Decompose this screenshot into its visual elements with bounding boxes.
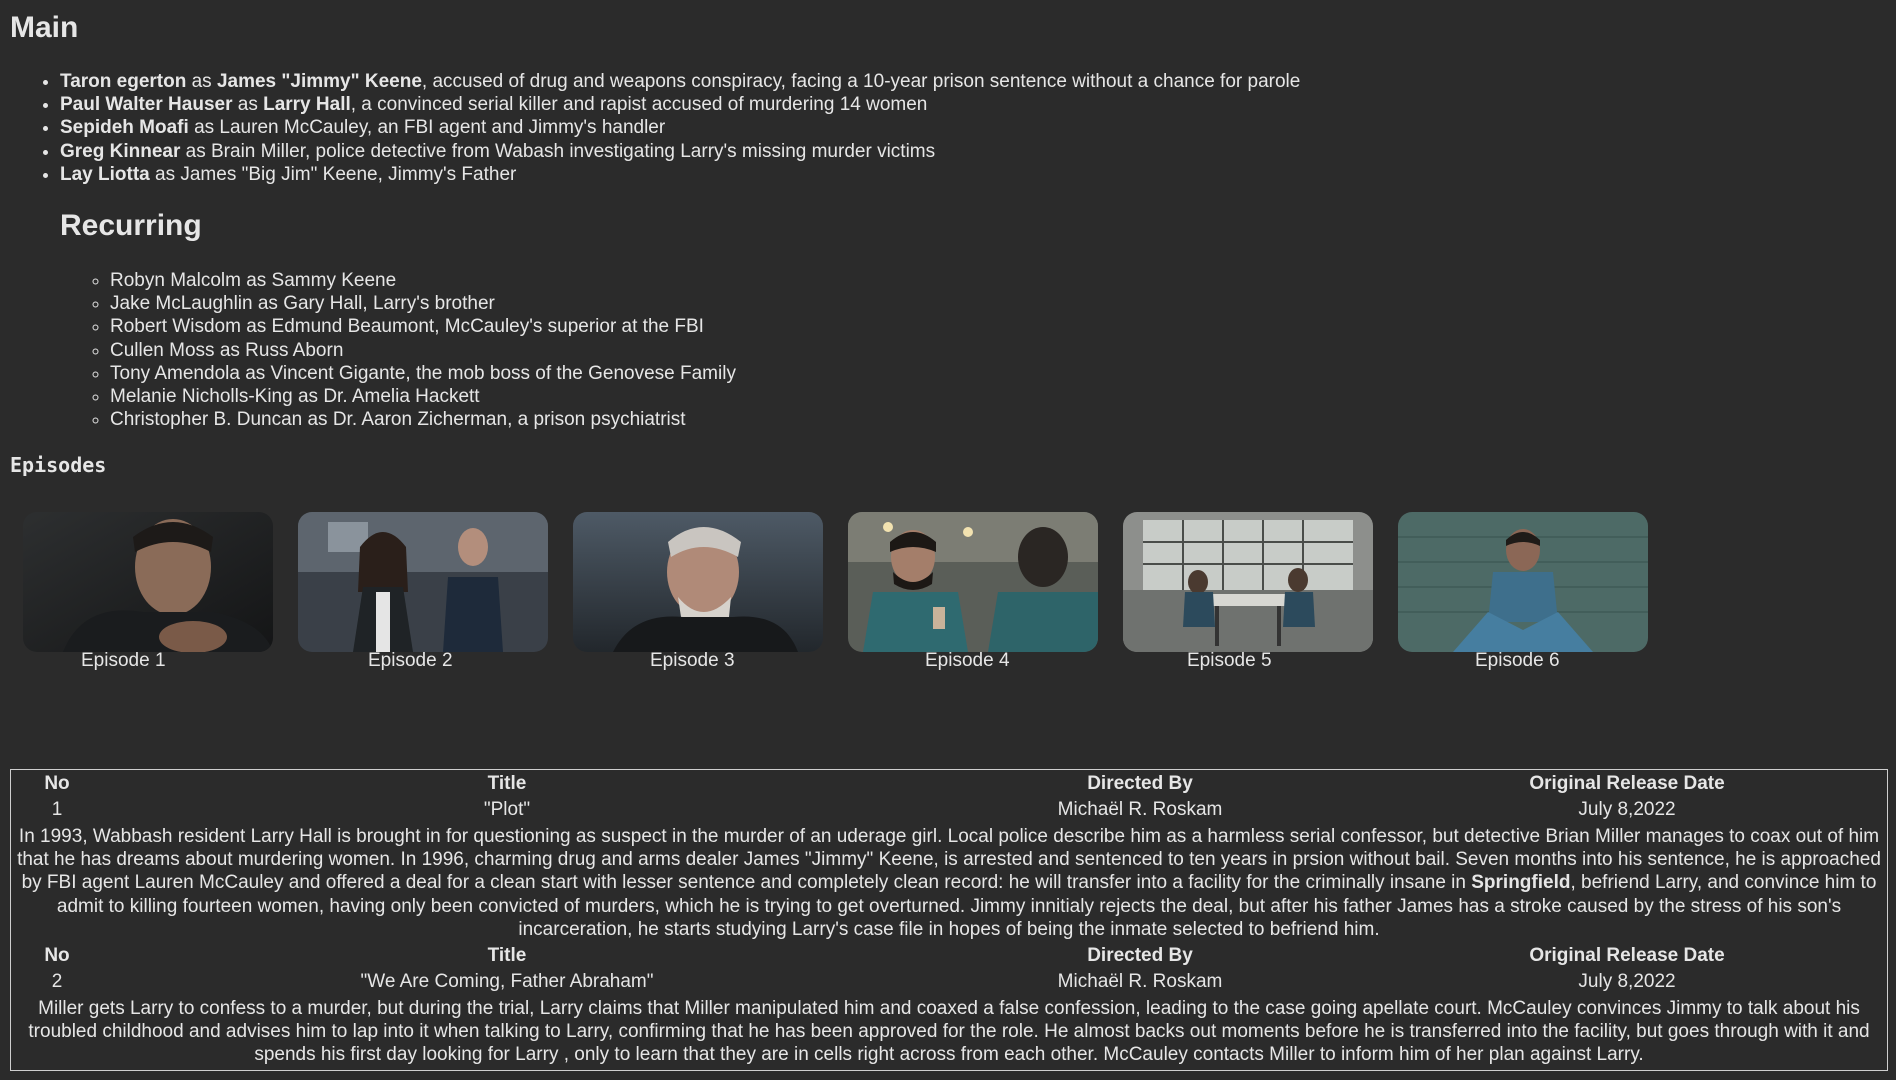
table-header-row: No Title Directed By Original Release Da… <box>13 944 1885 968</box>
episode-director: Michaël R. Roskam <box>1057 971 1223 993</box>
actor-name: Taron egerton <box>60 71 187 92</box>
recurring-cast-heading: Recurring <box>60 209 202 242</box>
list-item: Robert Wisdom as Edmund Beaumont, McCaul… <box>110 315 736 338</box>
list-item: Sepideh Moafi as Lauren McCauley, an FBI… <box>60 116 1300 139</box>
list-item: Melanie Nicholls-King as Dr. Amelia Hack… <box>110 385 736 408</box>
episode-label[interactable]: Episode 5 <box>1187 650 1272 672</box>
role-name: Larry Hall <box>263 94 351 116</box>
actor-name: Sepideh Moafi <box>60 117 189 139</box>
episode-number: 2 <box>51 971 63 993</box>
column-header-no: No <box>44 773 70 794</box>
column-header-directed-by: Directed By <box>1087 773 1193 794</box>
episode-card-5[interactable]: Episode 5 <box>1123 512 1373 671</box>
episode-3-thumbnail[interactable] <box>573 512 823 652</box>
episode-card-6[interactable]: Episode 6 <box>1398 512 1648 671</box>
recurring-cast-list: Robyn Malcolm as Sammy Keene Jake McLaug… <box>60 269 736 431</box>
column-header-no: No <box>44 945 70 967</box>
episode-card-1[interactable]: Episode 1 <box>23 512 273 671</box>
table-row: 2 "We Are Coming, Father Abraham" Michaë… <box>13 970 1885 994</box>
episode-card-2[interactable]: Episode 2 <box>298 512 548 671</box>
column-header-title: Title <box>487 945 527 967</box>
main-cast-heading: Main <box>10 11 79 44</box>
episode-summary: In 1993, Wabbash resident Larry Hall is … <box>17 826 1881 940</box>
table-header-row: No Title Directed By Original Release Da… <box>13 772 1885 796</box>
table-row: 1 "Plot" Michaël R. Roskam July 8,2022 <box>13 798 1885 822</box>
episode-card-3[interactable]: Episode 3 <box>573 512 823 671</box>
table-row-summary: Miller gets Larry to confess to a murder… <box>13 996 1885 1068</box>
episode-table: No Title Directed By Original Release Da… <box>10 769 1888 1071</box>
episodes-heading: Episodes <box>10 453 107 477</box>
episode-title: "Plot" <box>483 799 531 820</box>
episode-director: Michaël R. Roskam <box>1057 799 1223 820</box>
episode-label[interactable]: Episode 3 <box>650 650 735 672</box>
list-item: Robyn Malcolm as Sammy Keene <box>110 269 736 292</box>
episode-label[interactable]: Episode 1 <box>81 650 166 672</box>
actor-name: Paul Walter Hauser <box>60 94 233 116</box>
main-cast-list: Taron egerton as James "Jimmy" Keene, ac… <box>10 70 1300 186</box>
episode-label[interactable]: Episode 6 <box>1475 650 1560 672</box>
list-item: Christopher B. Duncan as Dr. Aaron Ziche… <box>110 408 736 431</box>
page: Main Taron egerton as James "Jimmy" Keen… <box>0 0 1896 1080</box>
episode-release-date: July 8,2022 <box>1578 971 1676 993</box>
highlighted-place: Springfield <box>1471 872 1571 894</box>
list-item: Greg Kinnear as Brain Miller, police det… <box>60 140 1300 163</box>
episode-6-thumbnail[interactable] <box>1398 512 1648 652</box>
column-header-release-date: Original Release Date <box>1529 945 1725 967</box>
episode-title: "We Are Coming, Father Abraham" <box>360 971 654 993</box>
episode-4-thumbnail[interactable] <box>848 512 1098 652</box>
role-name: James "Jimmy" Keene <box>216 71 422 92</box>
list-item: Taron egerton as James "Jimmy" Keene, ac… <box>60 70 1300 93</box>
list-item: Jake McLaughlin as Gary Hall, Larry's br… <box>110 292 736 315</box>
table-row-summary: In 1993, Wabbash resident Larry Hall is … <box>13 824 1885 942</box>
episode-label[interactable]: Episode 2 <box>368 650 453 672</box>
episode-number: 1 <box>51 799 63 820</box>
episode-summary: Miller gets Larry to confess to a murder… <box>28 998 1870 1066</box>
list-item: Cullen Moss as Russ Aborn <box>110 339 736 362</box>
episode-2-thumbnail[interactable] <box>298 512 548 652</box>
column-header-directed-by: Directed By <box>1087 945 1193 967</box>
column-header-title: Title <box>487 773 527 794</box>
episode-release-date: July 8,2022 <box>1578 799 1676 820</box>
episode-5-thumbnail[interactable] <box>1123 512 1373 652</box>
episode-1-thumbnail[interactable] <box>23 512 273 652</box>
list-item: Lay Liotta as James "Big Jim" Keene, Jim… <box>60 163 1300 186</box>
column-header-release-date: Original Release Date <box>1529 773 1725 794</box>
episode-card-4[interactable]: Episode 4 <box>848 512 1098 671</box>
actor-name: Lay Liotta <box>60 163 150 185</box>
actor-name: Greg Kinnear <box>60 140 181 162</box>
episode-label[interactable]: Episode 4 <box>925 650 1010 672</box>
list-item: Tony Amendola as Vincent Gigante, the mo… <box>110 362 736 385</box>
list-item: Paul Walter Hauser as Larry Hall, a conv… <box>60 93 1300 116</box>
